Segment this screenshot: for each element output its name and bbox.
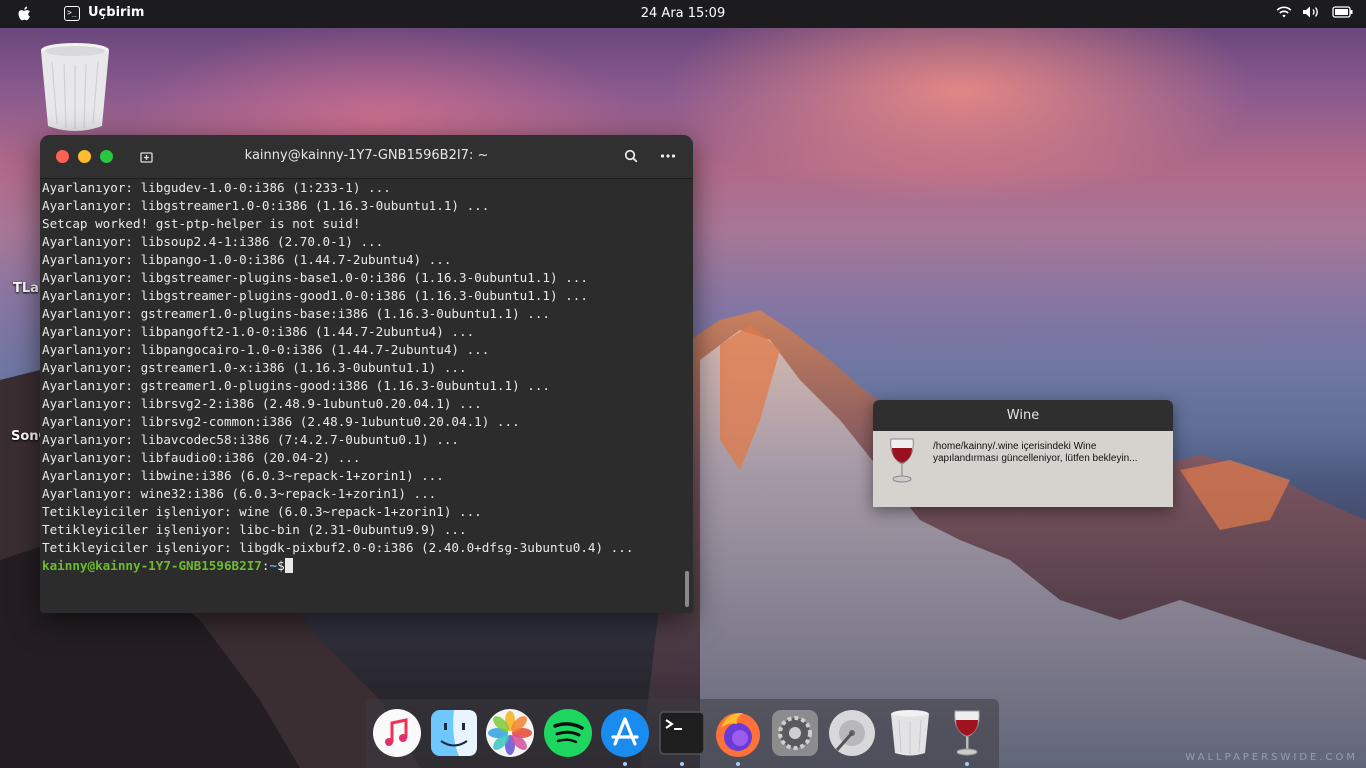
output-line: Ayarlanıyor: libgstreamer-plugins-base1.… bbox=[42, 270, 588, 285]
output-line: Ayarlanıyor: libpangocairo-1.0-0:i386 (1… bbox=[42, 342, 490, 357]
output-line: Setcap worked! gst-ptp-helper is not sui… bbox=[42, 216, 361, 231]
output-line: Ayarlanıyor: libavcodec58:i386 (7:4.2.7-… bbox=[42, 432, 460, 447]
running-indicator bbox=[623, 762, 627, 766]
output-line: Ayarlanıyor: gstreamer1.0-plugins-base:i… bbox=[42, 306, 550, 321]
dock-item-photos[interactable] bbox=[485, 708, 535, 758]
top-menu-bar: >_ Uçbirim 24 Ara 15:09 bbox=[0, 0, 1366, 28]
photos-flower-icon bbox=[486, 709, 534, 757]
output-line: Ayarlanıyor: librsvg2-2:i386 (2.48.9-1ub… bbox=[42, 396, 482, 411]
volume-icon[interactable] bbox=[1302, 5, 1322, 19]
prompt-user: kainny@kainny-1Y7-GNB1596B2I7 bbox=[42, 558, 262, 573]
wine-glass-icon bbox=[890, 438, 914, 483]
search-icon[interactable] bbox=[624, 149, 638, 163]
terminal-icon bbox=[659, 711, 705, 755]
output-line: Ayarlanıyor: librsvg2-common:i386 (2.48.… bbox=[42, 414, 520, 429]
spotify-icon bbox=[544, 709, 592, 757]
wine-glass-icon bbox=[954, 710, 980, 756]
disk-icon bbox=[829, 710, 875, 756]
output-line: Ayarlanıyor: libgstreamer1.0-0:i386 (1.1… bbox=[42, 198, 490, 213]
terminal-titlebar[interactable]: kainny@kainny-1Y7-GNB1596B2I7: ~ bbox=[40, 135, 693, 179]
wine-dialog[interactable]: Wine /home/kainny/.wine içerisindeki Win… bbox=[873, 400, 1173, 507]
text-cursor bbox=[284, 558, 293, 573]
dock-item-disk-utility[interactable] bbox=[827, 708, 877, 758]
trash-icon bbox=[891, 710, 929, 756]
dock-item-finder[interactable] bbox=[429, 708, 479, 758]
output-line: Ayarlanıyor: libwine:i386 (6.0.3~repack-… bbox=[42, 468, 444, 483]
shell-prompt[interactable]: kainny@kainny-1Y7-GNB1596B2I7:~$ bbox=[42, 557, 293, 575]
dock bbox=[366, 699, 999, 768]
clock[interactable]: 24 Ara 15:09 bbox=[0, 6, 1366, 21]
prompt-path: ~ bbox=[269, 558, 278, 573]
wifi-icon[interactable] bbox=[1276, 5, 1292, 19]
output-line: Ayarlanıyor: libfaudio0:i386 (20.04-2) .… bbox=[42, 450, 361, 465]
output-line: Ayarlanıyor: libsoup2.4-1:i386 (2.70.0-1… bbox=[42, 234, 384, 249]
finder-face-icon bbox=[431, 710, 477, 756]
dock-item-trash[interactable] bbox=[885, 708, 935, 758]
window-title: kainny@kainny-1Y7-GNB1596B2I7: ~ bbox=[244, 148, 489, 163]
firefox-icon bbox=[716, 712, 760, 757]
battery-icon[interactable] bbox=[1332, 5, 1354, 19]
dock-item-spotify[interactable] bbox=[543, 708, 593, 758]
running-indicator bbox=[736, 762, 740, 766]
desktop-item-label[interactable]: TLa bbox=[13, 281, 39, 296]
prompt-symbol: $ bbox=[277, 558, 285, 573]
more-options-icon[interactable] bbox=[660, 149, 676, 163]
output-line: Tetikleyiciler işleniyor: libgdk-pixbuf2… bbox=[42, 540, 634, 555]
terminal-window[interactable]: kainny@kainny-1Y7-GNB1596B2I7: ~ Ayarlan… bbox=[40, 135, 693, 613]
output-line: Tetikleyiciler işleniyor: libc-bin (2.31… bbox=[42, 522, 467, 537]
dock-item-system-preferences[interactable] bbox=[770, 708, 820, 758]
gear-icon bbox=[772, 710, 818, 756]
output-line: Ayarlanıyor: gstreamer1.0-plugins-good:i… bbox=[42, 378, 550, 393]
desktop-trash-icon[interactable] bbox=[38, 42, 112, 134]
dialog-message: /home/kainny/.wine içerisindeki Wine yap… bbox=[933, 441, 1138, 464]
output-line: Ayarlanıyor: libpangoft2-1.0-0:i386 (1.4… bbox=[42, 324, 475, 339]
output-line: Ayarlanıyor: libgstreamer-plugins-good1.… bbox=[42, 288, 588, 303]
app-store-icon bbox=[601, 709, 649, 757]
output-line: Ayarlanıyor: wine32:i386 (6.0.3~repack-1… bbox=[42, 486, 437, 501]
music-note-icon bbox=[373, 709, 421, 757]
terminal-output[interactable]: Ayarlanıyor: libgudev-1.0-0:i386 (1:233-… bbox=[40, 179, 693, 613]
output-line: Ayarlanıyor: libpango-1.0-0:i386 (1.44.7… bbox=[42, 252, 452, 267]
dialog-title: Wine bbox=[873, 400, 1173, 431]
dock-item-itunes[interactable] bbox=[372, 708, 422, 758]
wallpaper-watermark: WALLPAPERSWIDE.COM bbox=[1185, 752, 1358, 763]
running-indicator bbox=[680, 762, 684, 766]
output-line: Tetikleyiciler işleniyor: wine (6.0.3~re… bbox=[42, 504, 482, 519]
scrollbar[interactable] bbox=[685, 571, 689, 607]
dock-item-firefox[interactable] bbox=[713, 708, 763, 766]
system-tray bbox=[1276, 5, 1354, 19]
output-line: Ayarlanıyor: libgudev-1.0-0:i386 (1:233-… bbox=[42, 180, 391, 195]
running-indicator bbox=[965, 762, 969, 766]
output-line: Ayarlanıyor: gstreamer1.0-x:i386 (1.16.3… bbox=[42, 360, 467, 375]
dock-item-wine[interactable] bbox=[942, 708, 992, 766]
dock-item-app-store[interactable] bbox=[600, 708, 650, 766]
dock-item-terminal[interactable] bbox=[657, 708, 707, 766]
